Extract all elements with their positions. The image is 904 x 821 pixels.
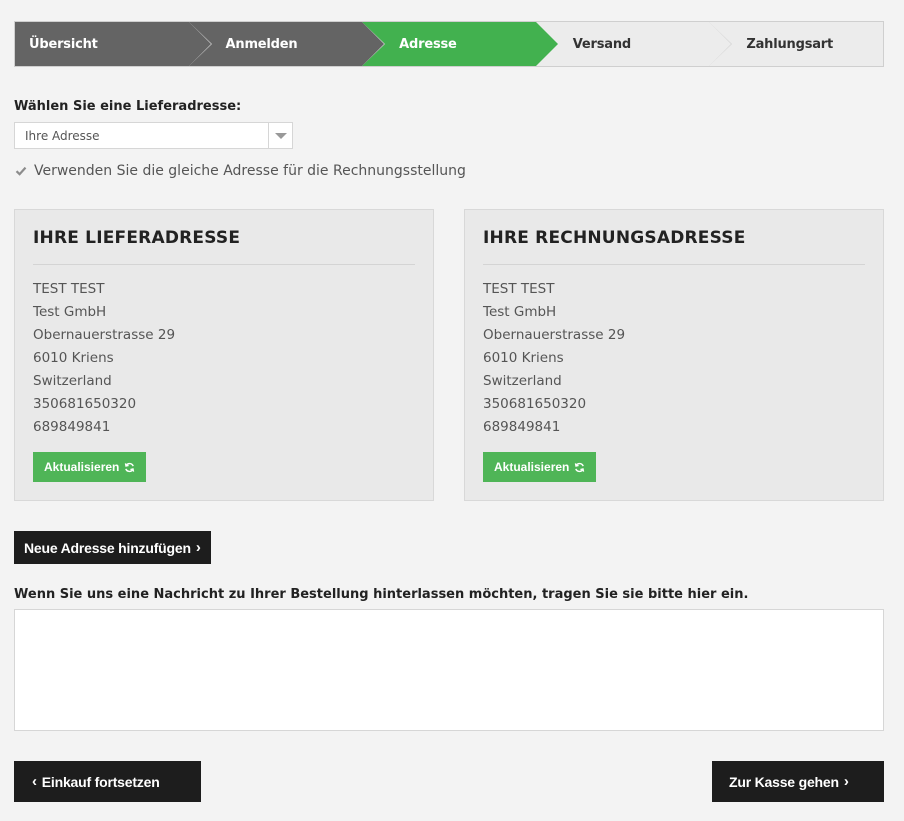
select-value: Ihre Adresse (25, 129, 100, 143)
step-anmelden[interactable]: Anmelden (188, 22, 386, 66)
step-arrow (709, 22, 732, 66)
address-line: Test GmbH (483, 304, 557, 320)
button-label: Zur Kasse gehen (729, 773, 839, 790)
step-label: Übersicht (29, 36, 98, 52)
delivery-select-label: Wählen Sie eine Lieferadresse: (14, 99, 242, 114)
address-line: 6010 Kriens (33, 350, 114, 366)
step-label: Anmelden (225, 36, 298, 52)
address-line: 689849841 (483, 419, 561, 435)
button-label: Neue Adresse hinzufügen (24, 539, 191, 556)
address-line: 350681650320 (483, 396, 587, 412)
checkout-button[interactable]: Zur Kasse gehen › (712, 761, 884, 802)
step-label: Adresse (399, 36, 457, 52)
step-zahlungsart[interactable]: Zahlungsart (709, 22, 883, 66)
chevron-left-icon: ‹ (32, 773, 37, 790)
order-message-textarea[interactable] (14, 609, 884, 731)
address-line: TEST TEST (33, 281, 105, 297)
address-line: Switzerland (483, 373, 562, 389)
address-lines: TEST TEST Test GmbH Obernauerstrasse 29 … (33, 278, 415, 439)
address-lines: TEST TEST Test GmbH Obernauerstrasse 29 … (483, 278, 865, 439)
step-label: Versand (572, 36, 632, 52)
same-address-label: Verwenden Sie die gleiche Adresse für di… (34, 163, 466, 179)
step-arrow (535, 22, 558, 66)
update-shipping-button[interactable]: Aktualisieren (33, 452, 147, 482)
step-versand[interactable]: Versand (535, 22, 733, 66)
update-billing-button[interactable]: Aktualisieren (483, 452, 597, 482)
address-line: Switzerland (33, 373, 112, 389)
step-arrow (188, 22, 211, 66)
chevron-down-icon (274, 132, 287, 139)
chevron-right-icon: › (843, 773, 849, 790)
step-uebersicht[interactable]: Übersicht (15, 22, 212, 66)
continue-shopping-button[interactable]: ‹ Einkauf fortsetzen (14, 761, 201, 802)
button-label: Aktualisieren (494, 460, 570, 474)
chevron-right-icon: › (195, 539, 201, 556)
billing-address-card: IHRE RECHNUNGSADRESSE TEST TEST Test Gmb… (464, 209, 884, 501)
same-address-checkbox-row[interactable]: Verwenden Sie die gleiche Adresse für di… (14, 163, 466, 179)
refresh-icon (125, 462, 135, 472)
message-label: Wenn Sie uns eine Nachricht zu Ihrer Bes… (14, 587, 749, 602)
same-address-checkbox[interactable] (14, 164, 28, 178)
address-line: Obernauerstrasse 29 (33, 327, 176, 343)
card-title: IHRE LIEFERADRESSE (33, 228, 415, 265)
address-line: Obernauerstrasse 29 (483, 327, 626, 343)
step-arrow (362, 22, 385, 66)
address-line: 350681650320 (33, 396, 137, 412)
step-label: Zahlungsart (746, 36, 834, 52)
address-line: 689849841 (33, 419, 111, 435)
card-title: IHRE RECHNUNGSADRESSE (483, 228, 865, 265)
address-line: 6010 Kriens (483, 350, 564, 366)
button-label: Aktualisieren (44, 460, 120, 474)
add-address-button[interactable]: Neue Adresse hinzufügen › (14, 531, 211, 564)
address-line: Test GmbH (33, 304, 107, 320)
refresh-icon (575, 462, 585, 472)
select-toggle[interactable] (268, 123, 292, 148)
address-line: TEST TEST (483, 281, 555, 297)
button-label: Einkauf fortsetzen (41, 773, 160, 790)
checkmark-icon (15, 166, 27, 176)
delivery-address-select[interactable]: Ihre Adresse (14, 122, 293, 149)
shipping-address-card: IHRE LIEFERADRESSE TEST TEST Test GmbH O… (14, 209, 434, 501)
checkout-steps: Übersicht Anmelden Adresse Versand Zahlu… (14, 21, 884, 67)
step-adresse[interactable]: Adresse (362, 22, 558, 66)
